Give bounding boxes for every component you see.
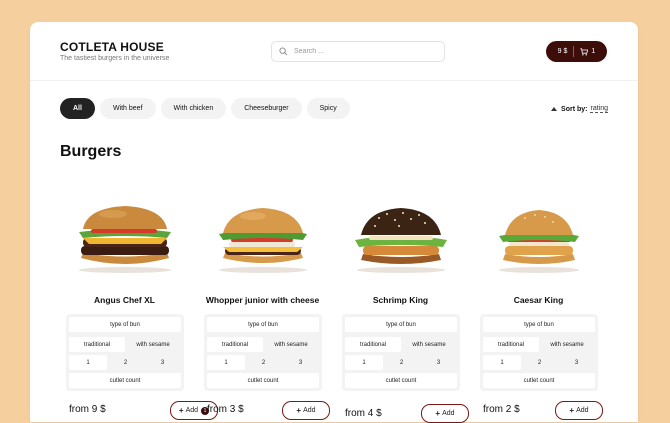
cart-total: 9 $ — [557, 48, 568, 55]
search-icon — [279, 47, 288, 56]
product-name: Caesar King — [513, 295, 564, 305]
burger-image — [219, 208, 307, 273]
bun-option-traditional[interactable]: traditional — [69, 337, 125, 352]
burger-image — [499, 210, 579, 273]
burger-image — [355, 208, 447, 273]
section-title: Burgers — [60, 143, 122, 160]
product-price: from 3 $ — [207, 404, 244, 415]
sort-label: Sort by: — [561, 105, 588, 113]
filter-with-beef[interactable]: With beef — [99, 98, 156, 119]
bun-option-sesame[interactable]: with sesame — [539, 337, 595, 352]
product-name: Angus Chef XL — [94, 295, 155, 305]
add-button[interactable]: + Add — [282, 401, 330, 420]
product-options: type of bun traditional with sesame 1 2 … — [342, 314, 460, 391]
cutlet-option-3[interactable]: 3 — [558, 355, 595, 370]
product-price: from 9 $ — [69, 404, 106, 415]
bun-option-traditional[interactable]: traditional — [207, 337, 263, 352]
bun-type-label: type of bun — [483, 317, 595, 332]
filter-all[interactable]: All — [60, 98, 95, 119]
filter-with-chicken[interactable]: With chicken — [160, 98, 227, 119]
search-input[interactable] — [292, 47, 436, 56]
bun-option-traditional[interactable]: traditional — [483, 337, 539, 352]
cutlet-option-2[interactable]: 2 — [383, 355, 420, 370]
cutlet-option-3[interactable]: 3 — [144, 355, 181, 370]
header: COTLETA HOUSE The tastiest burgers in th… — [30, 22, 638, 81]
add-button[interactable]: + Add — [555, 401, 603, 420]
add-label: Add — [185, 407, 199, 414]
cutlet-count-label: cutlet count — [69, 373, 181, 388]
cutlet-count-label: cutlet count — [207, 373, 319, 388]
bun-type-label: type of bun — [345, 317, 457, 332]
plus-icon: + — [435, 409, 441, 418]
bun-option-traditional[interactable]: traditional — [345, 337, 401, 352]
cart-count: 1 — [591, 48, 596, 55]
product-options: type of bun traditional with sesame 1 2 … — [204, 314, 322, 391]
bun-option-sesame[interactable]: with sesame — [401, 337, 457, 352]
add-label: Add — [442, 410, 455, 417]
cart-button[interactable]: 9 $ 1 — [546, 41, 607, 62]
product-price: from 4 $ — [345, 408, 382, 419]
add-button[interactable]: + Add — [421, 404, 469, 423]
sort-value[interactable]: rating — [590, 105, 608, 113]
cart-divider — [573, 46, 575, 57]
cutlet-count-label: cutlet count — [345, 373, 457, 388]
cutlet-option-1[interactable]: 1 — [483, 355, 521, 370]
cutlet-option-2[interactable]: 2 — [107, 355, 144, 370]
cutlet-option-1[interactable]: 1 — [207, 355, 245, 370]
plus-icon: + — [178, 406, 184, 415]
brand-subtitle: The tastiest burgers in the universe — [60, 55, 170, 62]
plus-icon: + — [296, 406, 302, 415]
cutlet-option-2[interactable]: 2 — [245, 355, 282, 370]
bun-type-label: type of bun — [69, 317, 181, 332]
product-name: Whopper junior with cheese — [205, 295, 320, 305]
bun-type-label: type of bun — [207, 317, 319, 332]
search-box[interactable] — [271, 41, 445, 62]
filter-spicy[interactable]: Spicy — [306, 98, 350, 119]
plus-icon: + — [569, 406, 575, 415]
main-card: COTLETA HOUSE The tastiest burgers in th… — [30, 22, 638, 423]
product-price: from 2 $ — [483, 404, 520, 415]
brand-title: COTLETA HOUSE — [60, 40, 164, 54]
sort-control[interactable]: Sort by: rating — [551, 105, 608, 113]
add-label: Add — [303, 407, 316, 414]
cart-icon — [580, 47, 589, 56]
cutlet-option-2[interactable]: 2 — [521, 355, 558, 370]
bun-option-sesame[interactable]: with sesame — [125, 337, 181, 352]
product-options: type of bun traditional with sesame 1 2 … — [66, 314, 184, 391]
filter-cheeseburger[interactable]: Cheeseburger — [231, 98, 302, 119]
product-name: Schrimp King — [372, 295, 429, 305]
sort-arrow-icon — [551, 107, 558, 111]
cutlet-option-1[interactable]: 1 — [69, 355, 107, 370]
product-options: type of bun traditional with sesame 1 2 … — [480, 314, 598, 391]
bun-option-sesame[interactable]: with sesame — [263, 337, 319, 352]
category-filters: All With beef With chicken Cheeseburger … — [60, 98, 350, 119]
cutlet-option-3[interactable]: 3 — [282, 355, 319, 370]
add-label: Add — [576, 407, 589, 414]
cutlet-count-label: cutlet count — [483, 373, 595, 388]
cutlet-option-1[interactable]: 1 — [345, 355, 383, 370]
cutlet-option-3[interactable]: 3 — [420, 355, 457, 370]
burger-image — [79, 206, 171, 273]
